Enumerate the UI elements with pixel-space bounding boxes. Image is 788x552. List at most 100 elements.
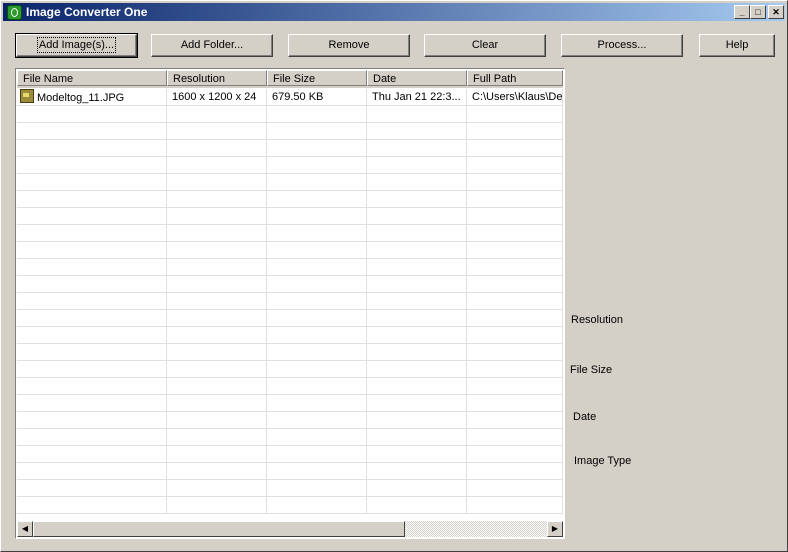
empty-cell [267,446,367,462]
empty-cell [367,276,467,292]
empty-cell [367,446,467,462]
empty-row [17,123,563,140]
empty-row [17,344,563,361]
scroll-left-icon[interactable]: ◀ [17,521,33,537]
empty-cell [467,208,563,224]
title-bar[interactable]: Image Converter One _ □ ✕ [3,3,785,21]
column-header-file-name[interactable]: File Name [17,70,167,86]
empty-cell [17,412,167,428]
empty-cell [167,225,267,241]
empty-cell [167,191,267,207]
empty-cell [467,293,563,309]
empty-cell [17,208,167,224]
empty-cell [467,412,563,428]
empty-row [17,242,563,259]
empty-cell [167,429,267,445]
empty-cell [467,310,563,326]
empty-cell [267,123,367,139]
column-header-file-size[interactable]: File Size [267,70,367,86]
remove-button[interactable]: Remove [288,34,410,57]
app-icon [7,5,22,20]
empty-row [17,106,563,123]
empty-cell [467,140,563,156]
empty-cell [17,293,167,309]
empty-cell [267,276,367,292]
empty-cell [267,259,367,275]
add-images-button[interactable]: Add Image(s)... [15,33,138,58]
empty-row [17,191,563,208]
empty-row [17,412,563,429]
empty-cell [167,242,267,258]
empty-cell [17,259,167,275]
list-row[interactable]: Modeltog_11.JPG 1600 x 1200 x 24 679.50 … [17,89,563,106]
empty-cell [167,140,267,156]
scroll-right-icon[interactable]: ▶ [547,521,563,537]
empty-cell [267,140,367,156]
column-header-full-path[interactable]: Full Path [467,70,563,86]
horizontal-scrollbar[interactable]: ◀ ▶ [17,521,563,537]
empty-cell [167,310,267,326]
cell-resolution: 1600 x 1200 x 24 [167,89,267,105]
info-file-size-label: File Size [570,364,613,376]
empty-cell [167,157,267,173]
clear-button[interactable]: Clear [424,34,546,57]
empty-cell [17,140,167,156]
empty-cell [367,344,467,360]
empty-cell [267,378,367,394]
empty-cell [167,327,267,343]
column-header-resolution[interactable]: Resolution [167,70,267,86]
empty-cell [467,174,563,190]
process-button[interactable]: Process... [561,34,683,57]
empty-cell [367,463,467,479]
empty-cell [267,327,367,343]
help-button[interactable]: Help [699,34,775,57]
column-header-date[interactable]: Date [367,70,467,86]
empty-cell [367,327,467,343]
empty-cell [467,378,563,394]
empty-row [17,446,563,463]
close-button[interactable]: ✕ [768,5,784,19]
empty-cell [267,242,367,258]
empty-cell [167,276,267,292]
empty-cell [17,242,167,258]
empty-cell [267,480,367,496]
empty-cell [367,293,467,309]
empty-cell [167,446,267,462]
empty-row [17,174,563,191]
empty-cell [267,157,367,173]
empty-row [17,225,563,242]
empty-cell [17,344,167,360]
empty-cell [467,191,563,207]
cell-date: Thu Jan 21 22:3... [367,89,467,105]
empty-cell [17,361,167,377]
empty-cell [267,225,367,241]
scroll-thumb[interactable] [33,521,405,537]
empty-cell [367,378,467,394]
add-folder-button[interactable]: Add Folder... [151,34,273,57]
cell-file-name: Modeltog_11.JPG [17,89,167,105]
cell-full-path: C:\Users\Klaus\De [467,89,563,105]
file-list[interactable]: File Name Resolution File Size Date Full… [15,68,565,539]
info-image-type-label: Image Type [574,455,632,467]
info-resolution-label: Resolution [571,314,623,326]
window-title: Image Converter One [26,5,148,19]
empty-cell [367,157,467,173]
empty-cell [167,259,267,275]
list-header: File Name Resolution File Size Date Full… [17,70,563,88]
maximize-button[interactable]: □ [750,5,766,19]
empty-cell [267,463,367,479]
empty-cell [17,106,167,122]
empty-cell [17,446,167,462]
empty-cell [367,208,467,224]
empty-cell [267,412,367,428]
minimize-button[interactable]: _ [734,5,750,19]
empty-cell [367,242,467,258]
empty-cell [467,395,563,411]
empty-cell [17,276,167,292]
empty-cell [367,174,467,190]
empty-cell [167,395,267,411]
empty-cell [467,480,563,496]
empty-cell [367,480,467,496]
empty-cell [367,140,467,156]
empty-cell [267,191,367,207]
